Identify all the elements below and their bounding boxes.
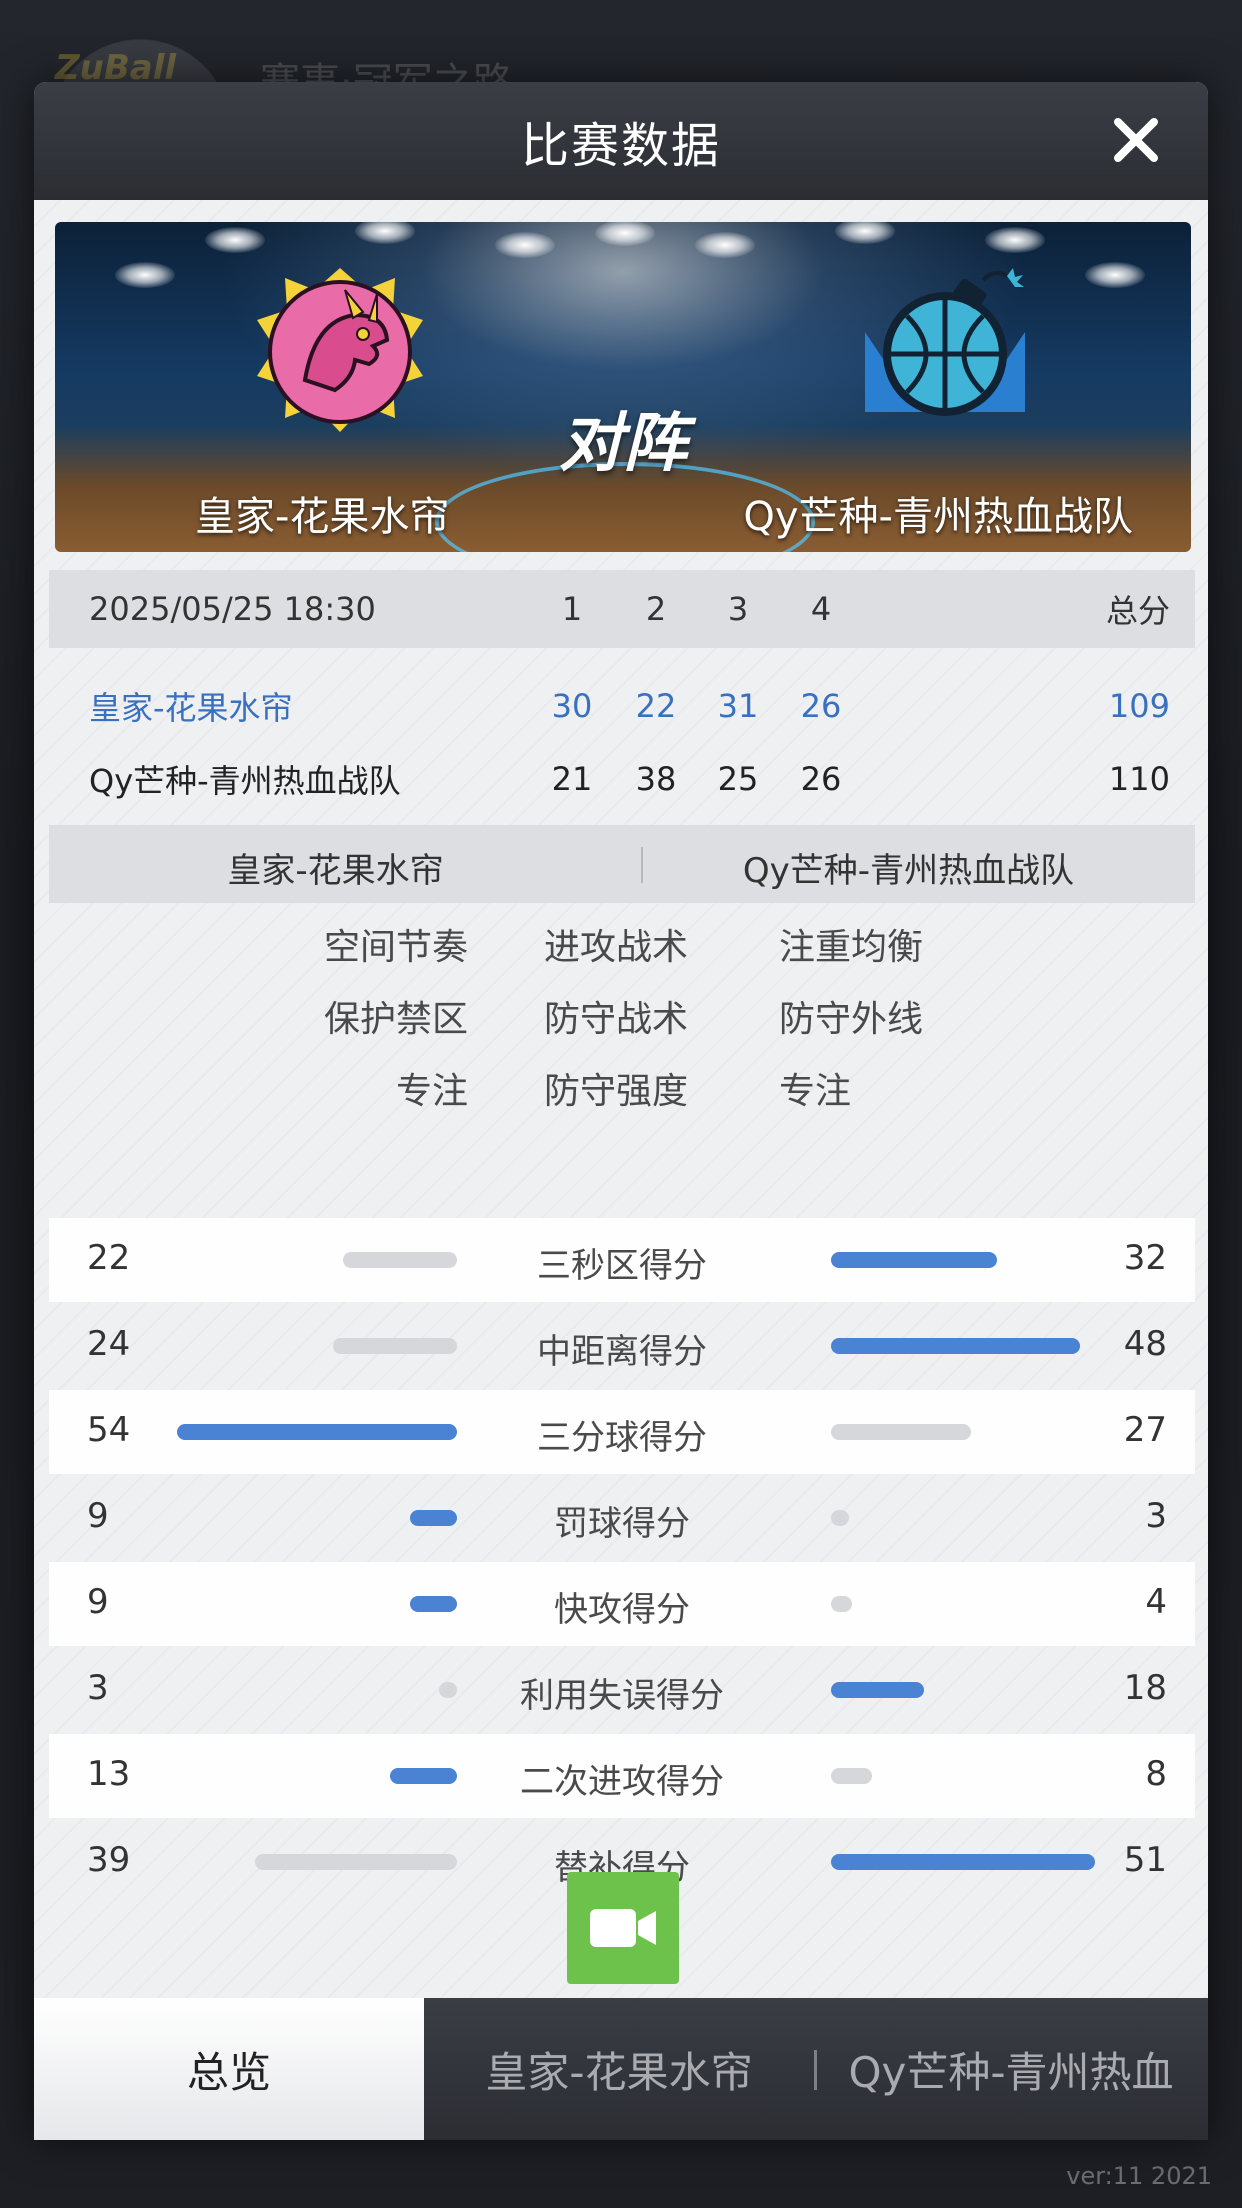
quarter-score: 26 — [800, 687, 842, 725]
video-camera-icon — [590, 1909, 656, 1947]
quarter-score: 30 — [551, 687, 593, 725]
bottom-tab-bar: 总览 皇家-花果水帘 Qy芒种-青州热血 — [34, 1998, 1208, 2140]
close-icon — [1114, 118, 1158, 162]
total-header: 总分 — [1105, 592, 1170, 630]
away-stat-bar — [831, 1424, 971, 1440]
stadium-light — [205, 227, 265, 253]
stat-label: 三秒区得分 — [537, 1246, 707, 1286]
stat-row: 13 二次进攻得分 8 — [49, 1734, 1195, 1818]
tab-overview[interactable]: 总览 — [34, 1998, 424, 2140]
away-stat-bar — [831, 1854, 1095, 1870]
stadium-light — [495, 232, 555, 258]
tab-away-team[interactable]: Qy芒种-青州热血 — [814, 1998, 1208, 2140]
home-tactic: 保护禁区 — [323, 999, 468, 1040]
close-button[interactable] — [1106, 110, 1166, 170]
stadium-light — [355, 222, 415, 244]
total-score: 110 — [1108, 760, 1170, 798]
banner-away-team: Qy芒种-青州热血战队 — [743, 494, 1133, 540]
away-stat-bar — [831, 1682, 924, 1698]
away-tactic: 防守外线 — [779, 999, 924, 1040]
quarter-header: 1 — [561, 590, 583, 628]
home-tactic: 专注 — [395, 1071, 468, 1112]
stat-row: 9 罚球得分 3 — [49, 1476, 1195, 1560]
stat-label: 罚球得分 — [554, 1504, 690, 1544]
tactic-row: 专注 防守强度 专注 — [34, 1062, 1208, 1134]
away-stat-value: 18 — [1123, 1668, 1167, 1708]
version-label: ver:11 2021 — [1066, 2162, 1212, 2190]
stadium-light — [985, 227, 1045, 253]
tab-home-team[interactable]: 皇家-花果水帘 — [424, 1998, 814, 2140]
stadium-light — [695, 232, 755, 258]
banner-home-team: 皇家-花果水帘 — [195, 494, 450, 540]
away-stat-value: 8 — [1145, 1754, 1167, 1794]
away-tactic: 专注 — [779, 1071, 852, 1112]
stat-label: 快攻得分 — [554, 1590, 690, 1630]
dialog-body: 对阵 皇家-花果水帘 Qy芒种-青州热血战队 2025/05/25 18:30 … — [34, 200, 1208, 2080]
stat-row: 24 中距离得分 48 — [49, 1304, 1195, 1388]
stadium-light — [835, 222, 895, 244]
match-data-dialog: 比赛数据 对阵 皇家-花果水帘 Qy芒种-青州热血战队 2025/05/25 1… — [34, 82, 1208, 2140]
stat-row: 22 三秒区得分 32 — [49, 1218, 1195, 1302]
stat-row: 3 利用失误得分 18 — [49, 1648, 1195, 1732]
stadium-light — [1085, 262, 1145, 288]
score-team-name: Qy芒种-青州热血战队 — [89, 762, 401, 800]
away-stat-bar — [831, 1510, 849, 1526]
away-stat-value: 51 — [1123, 1840, 1167, 1880]
quarter-score: 26 — [800, 760, 842, 798]
tactic-label: 防守战术 — [544, 999, 689, 1040]
tactic-label: 防守强度 — [544, 1071, 689, 1112]
quarter-score: 31 — [717, 687, 759, 725]
away-stat-bar — [831, 1252, 997, 1268]
away-stat-value: 32 — [1123, 1238, 1167, 1278]
quarter-score: 21 — [551, 760, 593, 798]
tactic-label: 进攻战术 — [544, 927, 689, 968]
video-replay-button[interactable] — [567, 1872, 679, 1984]
away-stat-bar — [831, 1596, 852, 1612]
away-stat-value: 4 — [1145, 1582, 1167, 1622]
score-row-home: 皇家-花果水帘 30 22 31 26 109 — [49, 670, 1195, 742]
quarter-score: 38 — [635, 760, 677, 798]
score-team-name: 皇家-花果水帘 — [89, 689, 293, 727]
stat-label: 三分球得分 — [537, 1418, 707, 1458]
quarter-header: 3 — [727, 590, 749, 628]
tactic-row: 保护禁区 防守战术 防守外线 — [34, 990, 1208, 1062]
tactics-away-team: Qy芒种-青州热血战队 — [742, 851, 1075, 891]
versus-label: 对阵 — [559, 407, 687, 481]
stadium-light — [595, 222, 655, 246]
tactics-home-team: 皇家-花果水帘 — [227, 851, 444, 891]
away-stat-bar — [831, 1768, 872, 1784]
stadium-light — [115, 262, 175, 288]
quarter-score: 22 — [635, 687, 677, 725]
tactic-row: 空间节奏 进攻战术 注重均衡 — [34, 918, 1208, 990]
dialog-title: 比赛数据 — [520, 118, 721, 174]
total-score: 109 — [1108, 687, 1170, 725]
score-row-away: Qy芒种-青州热血战队 21 38 25 26 110 — [49, 743, 1195, 815]
away-stat-value: 3 — [1145, 1496, 1167, 1536]
away-stat-value: 27 — [1123, 1410, 1167, 1450]
away-stat-bar — [831, 1338, 1080, 1354]
tactics-header: 皇家-花果水帘 Qy芒种-青州热血战队 — [49, 825, 1195, 903]
dialog-header: 比赛数据 — [34, 82, 1208, 200]
stat-label: 利用失误得分 — [520, 1676, 724, 1716]
match-datetime: 2025/05/25 18:30 — [89, 590, 376, 628]
stat-row: 9 快攻得分 4 — [49, 1562, 1195, 1646]
quarter-header: 2 — [645, 590, 667, 628]
away-tactic: 注重均衡 — [779, 927, 924, 968]
score-table-header: 2025/05/25 18:30 1 2 3 4 总分 — [49, 570, 1195, 648]
matchup-banner: 对阵 皇家-花果水帘 Qy芒种-青州热血战队 — [55, 222, 1191, 552]
stat-row: 54 三分球得分 27 — [49, 1390, 1195, 1474]
home-tactic: 空间节奏 — [323, 927, 468, 968]
quarter-header: 4 — [810, 590, 832, 628]
away-stat-value: 48 — [1123, 1324, 1167, 1364]
stat-label: 二次进攻得分 — [520, 1762, 724, 1802]
quarter-score: 25 — [717, 760, 759, 798]
